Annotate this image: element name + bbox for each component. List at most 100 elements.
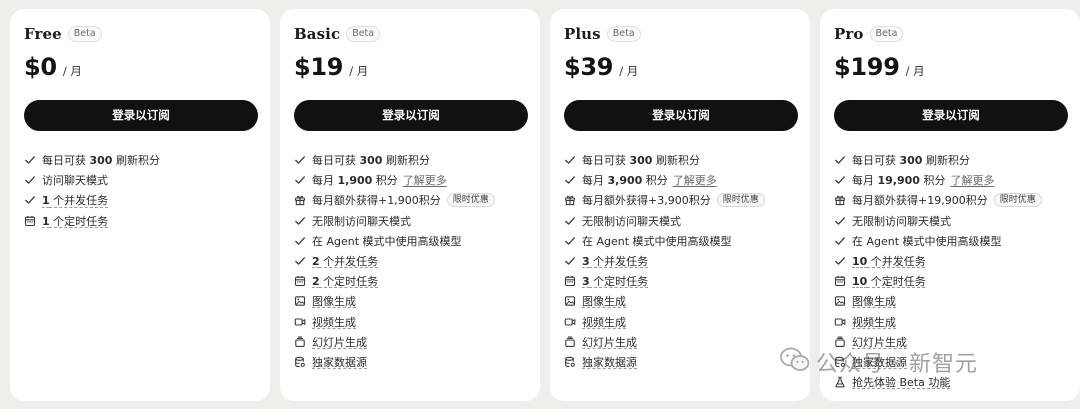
feature-label: 每月额外获得+1,900积分 [312,194,441,208]
feature-item: 10 个定时任务 [834,271,1066,291]
subscribe-button[interactable]: 登录以订阅 [294,100,528,131]
learn-more-link[interactable]: 了解更多 [950,172,994,188]
feature-tooltip-trigger[interactable]: 3 个并发任务 [582,255,648,268]
feature-label: 视频生成 [582,315,626,329]
subscribe-button[interactable]: 登录以订阅 [834,100,1068,131]
image-icon [834,295,846,307]
feature-item: 在 Agent 模式中使用高级模型 [294,231,526,251]
feature-item: 10 个并发任务 [834,251,1066,271]
feature-suffix: 积分 [919,174,946,188]
calendar-icon [564,275,576,287]
feature-item: 每月额外获得+3,900积分 限时优惠 [564,190,796,210]
feature-suffix: 个并发任务 [589,255,649,269]
feature-text: 3 个定时任务 [582,273,648,289]
feature-item: 视频生成 [834,312,1066,332]
plan-name: Free [24,25,62,43]
feature-text: 在 Agent 模式中使用高级模型 [852,233,1002,249]
feature-amount: 300 [359,154,383,168]
feature-label: 无限制访问聊天模式 [852,214,951,228]
feature-tooltip-trigger[interactable]: 幻灯片生成 [852,336,907,349]
feature-label: 抢先体验 Beta 功能 [852,376,951,390]
feature-text: 幻灯片生成 [852,334,907,350]
feature-item: 1 个并发任务 [24,190,256,210]
feature-tooltip-trigger[interactable]: 2 个并发任务 [312,255,378,268]
feature-label: 每月 [582,174,608,188]
feature-tooltip-trigger[interactable]: 1 个定时任务 [42,215,108,228]
feature-text: 无限制访问聊天模式 [852,213,951,229]
learn-more-link[interactable]: 了解更多 [673,172,717,188]
feature-tooltip-trigger[interactable]: 图像生成 [312,295,356,308]
feature-label: 幻灯片生成 [312,335,367,349]
check-icon [834,255,846,267]
feature-tooltip-trigger[interactable]: 独家数据源 [582,356,637,369]
feature-label: 图像生成 [582,295,626,309]
calendar-icon [24,215,36,227]
feature-tooltip-trigger[interactable]: 3 个定时任务 [582,275,648,288]
feature-item: 每月 3,900 积分 了解更多 [564,170,796,190]
feature-item: 图像生成 [834,291,1066,311]
feature-text: 10 个定时任务 [852,273,926,289]
calendar-icon [834,275,846,287]
subscribe-button[interactable]: 登录以订阅 [24,100,258,131]
feature-suffix: 个并发任务 [319,255,379,269]
feature-item: 抢先体验 Beta 功能 [834,372,1066,392]
price-row: $39 / 月 [564,53,796,83]
feature-tooltip-trigger[interactable]: 独家数据源 [852,356,907,369]
feature-label: 独家数据源 [312,355,367,369]
feature-item: 2 个并发任务 [294,251,526,271]
feature-text: 抢先体验 Beta 功能 [852,374,950,390]
subscribe-button[interactable]: 登录以订阅 [564,100,798,131]
feature-label: 在 Agent 模式中使用高级模型 [312,234,462,248]
plan-price: $39 [564,53,614,81]
feature-tooltip-trigger[interactable]: 视频生成 [312,316,356,329]
feature-item: 独家数据源 [564,352,796,372]
feature-tooltip-trigger[interactable]: 10 个定时任务 [852,275,926,288]
feature-tooltip-trigger[interactable]: 10 个并发任务 [852,255,926,268]
feature-text: 图像生成 [312,293,356,309]
feature-tooltip-trigger[interactable]: 独家数据源 [312,356,367,369]
plan-card-basic: Basic Beta $19 / 月 登录以订阅 每日可获 300 刷新积分 每月… [280,9,540,401]
feature-item: 3 个并发任务 [564,251,796,271]
feature-tooltip-trigger[interactable]: 图像生成 [582,295,626,308]
price-row: $19 / 月 [294,53,526,83]
feature-label: 视频生成 [312,315,356,329]
feature-text: 2 个定时任务 [312,273,378,289]
feature-amount: 1,900 [337,174,373,188]
feature-item: 每日可获 300 刷新积分 [834,150,1066,170]
video-icon [294,316,306,328]
billing-period: / 月 [62,64,82,78]
feature-tooltip-trigger[interactable]: 1 个并发任务 [42,194,108,207]
slides-icon [564,336,576,348]
feature-tooltip-trigger[interactable]: 视频生成 [582,316,626,329]
feature-suffix: 个并发任务 [867,255,926,269]
feature-amount: 3 [582,275,590,289]
plan-card-free: Free Beta $0 / 月 登录以订阅 每日可获 300 刷新积分 访问聊天… [10,9,270,401]
feature-text: 图像生成 [852,293,896,309]
feature-tooltip-trigger[interactable]: 图像生成 [852,295,896,308]
feature-list: 每日可获 300 刷新积分 每月 1,900 积分 了解更多 每月额外获得+1,900… [294,150,526,372]
feature-item: 3 个定时任务 [564,271,796,291]
feature-amount: 300 [629,154,653,168]
feature-tooltip-trigger[interactable]: 2 个定时任务 [312,275,378,288]
feature-tooltip-trigger[interactable]: 抢先体验 Beta 功能 [852,376,950,389]
feature-amount: 300 [89,154,113,168]
price-row: $0 / 月 [24,53,256,83]
feature-list: 每日可获 300 刷新积分 每月 19,900 积分 了解更多 每月额外获得+19,9… [834,150,1066,392]
feature-text: 幻灯片生成 [312,334,367,350]
feature-suffix: 刷新积分 [652,154,700,168]
feature-item: 无限制访问聊天模式 [564,211,796,231]
plan-name: Pro [834,25,864,43]
feature-text: 10 个并发任务 [852,253,926,269]
learn-more-link[interactable]: 了解更多 [403,172,447,188]
feature-tooltip-trigger[interactable]: 幻灯片生成 [312,336,367,349]
image-icon [564,295,576,307]
feature-label: 幻灯片生成 [582,335,637,349]
feature-item: 图像生成 [564,291,796,311]
feature-tooltip-trigger[interactable]: 幻灯片生成 [582,336,637,349]
check-icon [294,154,306,166]
feature-text: 幻灯片生成 [582,334,637,350]
database-icon [834,356,846,368]
feature-tooltip-trigger[interactable]: 视频生成 [852,316,896,329]
feature-text: 3 个并发任务 [582,253,648,269]
feature-suffix: 个定时任务 [49,214,109,228]
